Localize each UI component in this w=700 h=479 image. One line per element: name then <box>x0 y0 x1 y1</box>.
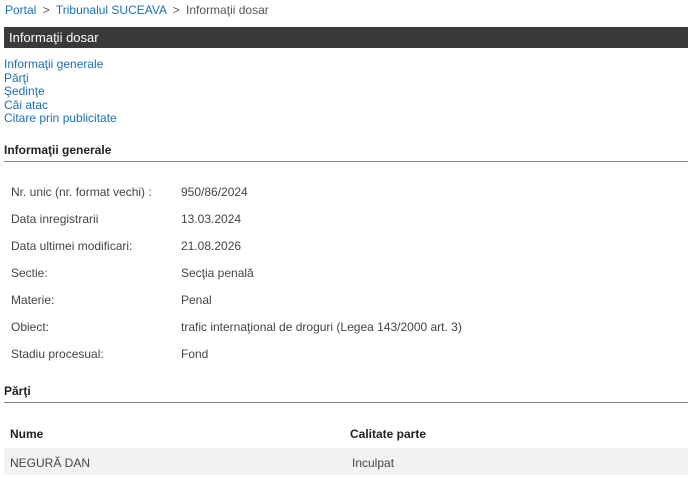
breadcrumb: Portal > Tribunalul SUCEAVA > Informaţii… <box>5 3 269 17</box>
info-label: Materie: <box>11 293 55 307</box>
info-value: 13.03.2024 <box>181 212 242 226</box>
breadcrumb-separator: > <box>172 3 180 17</box>
breadcrumb-link-court[interactable]: Tribunalul SUCEAVA <box>56 3 167 17</box>
section-nav: Informaţii generale Părţi Şedinţe Căi at… <box>4 57 117 126</box>
nav-link-parties[interactable]: Părţi <box>4 71 117 86</box>
parties-table-header: Nume Calitate parte <box>4 424 688 444</box>
party-role: Inculpat <box>352 456 395 470</box>
page-title: Informaţii dosar <box>4 27 688 48</box>
nav-link-hearings[interactable]: Şedinţe <box>4 84 117 99</box>
info-value: Penal <box>181 293 212 307</box>
info-label: Obiect: <box>11 320 50 334</box>
breadcrumb-link-portal[interactable]: Portal <box>5 3 36 17</box>
table-row: NEGURĂ DAN Inculpat <box>4 448 688 475</box>
info-label: Sectie: <box>11 266 48 280</box>
nav-link-general-info[interactable]: Informaţii generale <box>4 57 117 72</box>
info-label: Nr. unic (nr. format vechi) : <box>11 185 152 199</box>
column-header-role: Calitate parte <box>350 427 427 441</box>
party-name: NEGURĂ DAN <box>10 456 91 470</box>
nav-link-appeals[interactable]: Căi atac <box>4 98 117 113</box>
breadcrumb-current: Informaţii dosar <box>186 3 269 17</box>
parties-heading: Părţi <box>4 384 688 403</box>
breadcrumb-separator: > <box>42 3 50 17</box>
nav-link-public-summons[interactable]: Citare prin publicitate <box>4 111 117 126</box>
info-value: trafic internaţional de droguri (Legea 1… <box>181 320 462 334</box>
info-label: Stadiu procesual: <box>11 347 104 361</box>
column-header-name: Nume <box>10 427 44 441</box>
info-label: Data ultimei modificari: <box>11 239 133 253</box>
info-value: Secţia penală <box>181 266 254 280</box>
general-info-heading: Informaţii generale <box>4 143 688 162</box>
info-value: 21.08.2026 <box>181 239 242 253</box>
info-label: Data inregistrarii <box>11 212 99 226</box>
info-value: Fond <box>181 347 209 361</box>
info-value: 950/86/2024 <box>181 185 248 199</box>
